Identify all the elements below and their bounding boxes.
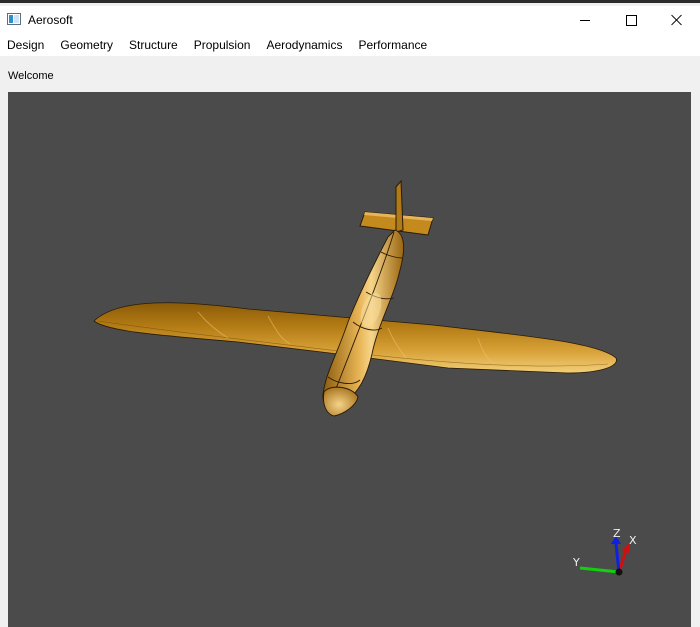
window-title: Aerosoft — [28, 13, 73, 27]
minimize-button[interactable] — [562, 6, 608, 34]
y-axis-label: Y — [573, 556, 580, 569]
menu-geometry[interactable]: Geometry — [52, 34, 121, 56]
status-text: Welcome — [8, 70, 54, 82]
application-window: Aerosoft Design Geometry Structure Propu… — [0, 0, 700, 627]
app-icon — [7, 13, 21, 25]
close-button[interactable] — [654, 6, 700, 34]
close-icon — [671, 14, 683, 26]
menu-performance[interactable]: Performance — [350, 34, 435, 56]
axis-origin — [615, 568, 623, 576]
maximize-button[interactable] — [608, 6, 654, 34]
x-axis-label: X — [629, 534, 637, 547]
menu-structure[interactable]: Structure — [121, 34, 186, 56]
y-axis-line — [579, 566, 620, 574]
menu-bar: Design Geometry Structure Propulsion Aer… — [0, 34, 700, 56]
menu-aerodynamics[interactable]: Aerodynamics — [258, 34, 350, 56]
z-axis-label: Z — [613, 527, 621, 540]
vertical-stabilizer — [395, 179, 404, 233]
z-axis-line — [614, 543, 621, 573]
3d-viewport[interactable]: Y X Z — [8, 92, 691, 627]
menu-propulsion[interactable]: Propulsion — [186, 34, 259, 56]
title-bar[interactable]: Aerosoft — [0, 6, 700, 34]
axis-triad — [579, 536, 630, 576]
maximize-icon — [625, 14, 637, 26]
nose-cone — [323, 386, 359, 417]
airplane-model[interactable] — [8, 92, 691, 627]
minimize-icon — [580, 19, 590, 21]
menu-design[interactable]: Design — [0, 34, 52, 56]
